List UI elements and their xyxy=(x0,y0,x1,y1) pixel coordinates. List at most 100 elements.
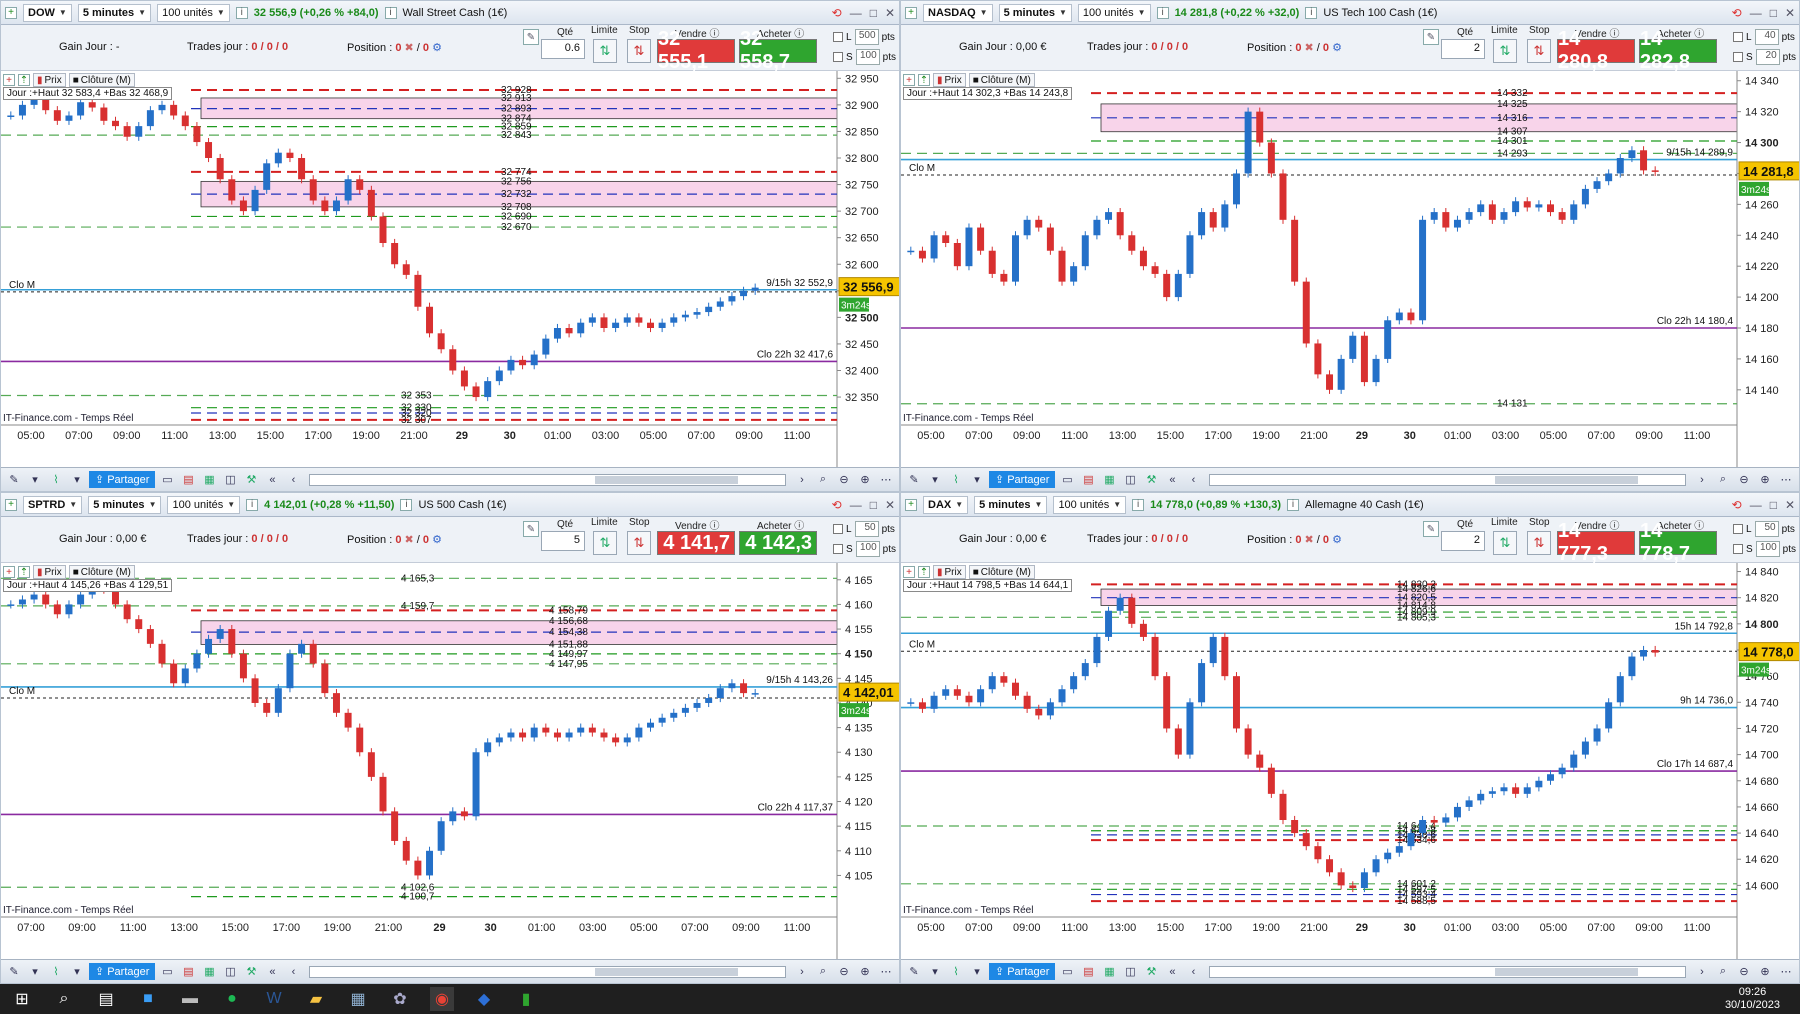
prix-toggle[interactable]: ▮ Prix xyxy=(933,73,966,87)
more-icon[interactable]: ⋯ xyxy=(877,472,895,488)
tools-icon[interactable]: ⚒ xyxy=(1142,472,1160,488)
stop-order-icon[interactable]: ⇅ xyxy=(1527,39,1551,63)
qty-input[interactable]: 2 xyxy=(1441,531,1485,551)
draw-icon[interactable]: ✎ xyxy=(5,964,23,980)
chevron-down-icon[interactable]: ▾ xyxy=(68,964,86,980)
short-checkbox[interactable] xyxy=(1733,544,1743,554)
scroll-left-icon[interactable]: ‹ xyxy=(1184,472,1202,488)
add-indicator-icon[interactable]: + xyxy=(3,74,15,86)
prorealtime-icon[interactable]: ◆ xyxy=(472,987,496,1011)
tools-icon[interactable]: ⚒ xyxy=(1142,964,1160,980)
window-icon[interactable]: ◫ xyxy=(221,472,239,488)
scroll-left-double-icon[interactable]: « xyxy=(1163,472,1181,488)
units-select[interactable]: 100 unités ▼ xyxy=(157,3,230,22)
store-icon[interactable]: ■ xyxy=(136,987,160,1011)
sell-button[interactable]: 14 280,8 xyxy=(1557,28,1635,73)
settings-icon[interactable]: ⚙ xyxy=(432,534,442,546)
zoom-fit-icon[interactable]: ⌕ xyxy=(1714,472,1732,488)
list-icon[interactable]: ▤ xyxy=(179,472,197,488)
maximize-icon[interactable]: □ xyxy=(870,6,877,20)
maximize-icon[interactable]: □ xyxy=(870,498,877,512)
window-icon[interactable]: ◫ xyxy=(1121,472,1139,488)
zoom-out-icon[interactable]: ⊖ xyxy=(835,964,853,980)
sell-button[interactable]: 4 141,7 xyxy=(657,531,735,555)
more-icon[interactable]: ⋯ xyxy=(877,964,895,980)
chevron-down-icon[interactable]: ▾ xyxy=(926,964,944,980)
info-icon[interactable]: i xyxy=(1287,498,1300,511)
search-icon[interactable]: ⌕ xyxy=(52,987,76,1011)
close-icon[interactable]: ✕ xyxy=(1785,6,1795,20)
grid-icon[interactable]: ▦ xyxy=(1100,964,1118,980)
zoom-in-icon[interactable]: ⊕ xyxy=(856,472,874,488)
short-checkbox[interactable] xyxy=(1733,52,1743,62)
screen-icon[interactable]: ▭ xyxy=(158,964,176,980)
screen-icon[interactable]: ▭ xyxy=(158,472,176,488)
stop-order-icon[interactable]: ⇅ xyxy=(1527,531,1551,555)
spotify-icon[interactable]: ● xyxy=(220,987,244,1011)
units-select[interactable]: 100 unités ▼ xyxy=(1077,3,1151,22)
symbol-select[interactable]: SPTRD ▼ xyxy=(23,495,83,514)
minimize-icon[interactable]: — xyxy=(1750,498,1762,512)
maximize-icon[interactable]: □ xyxy=(1770,498,1777,512)
stop-order-icon[interactable]: ⇅ xyxy=(627,39,651,63)
zoom-in-icon[interactable]: ⊕ xyxy=(856,964,874,980)
info-icon[interactable]: i xyxy=(1132,498,1145,511)
symbol-select[interactable]: DAX ▼ xyxy=(923,495,969,514)
close-icon[interactable]: ✕ xyxy=(885,6,895,20)
zoom-fit-icon[interactable]: ⌕ xyxy=(814,964,832,980)
price-chart[interactable]: + ⇡ ▮ Prix ■ Clôture (M) Jour :+Haut 14 30… xyxy=(901,71,1799,467)
qty-input[interactable]: 5 xyxy=(541,531,585,551)
info-icon[interactable]: i xyxy=(235,6,248,19)
explorer-icon[interactable]: ▬ xyxy=(178,987,202,1011)
close-position-icon[interactable]: ✖ xyxy=(405,42,414,54)
wrench-icon[interactable]: ✎ xyxy=(1423,29,1439,45)
limit-order-icon[interactable]: ⇅ xyxy=(1493,39,1517,63)
timeframe-select[interactable]: 5 minutes ▼ xyxy=(998,3,1072,22)
chevron-down-icon[interactable]: ▾ xyxy=(968,472,986,488)
prix-toggle[interactable]: ▮ Prix xyxy=(933,565,966,579)
chevron-down-icon[interactable]: ▾ xyxy=(68,472,86,488)
prix-toggle[interactable]: ▮ Prix xyxy=(33,73,66,87)
info-icon[interactable]: i xyxy=(246,498,259,511)
info-icon[interactable]: i xyxy=(1305,6,1318,19)
price-chart[interactable]: + ⇡ ▮ Prix ■ Clôture (M) Jour :+Haut 14 79… xyxy=(901,563,1799,959)
calculator-icon[interactable]: ▦ xyxy=(346,987,370,1011)
scroll-left-double-icon[interactable]: « xyxy=(1163,964,1181,980)
task-view-icon[interactable]: ▤ xyxy=(94,987,118,1011)
timeframe-select[interactable]: 5 minutes ▼ xyxy=(974,495,1048,514)
more-icon[interactable]: ⋯ xyxy=(1777,472,1795,488)
share-button[interactable]: ⇪ Partager xyxy=(989,471,1056,488)
horizontal-scrollbar[interactable] xyxy=(1209,473,1686,486)
window-icon[interactable]: ◫ xyxy=(1121,964,1139,980)
chevron-down-icon[interactable]: ▾ xyxy=(26,964,44,980)
chart-type-icon[interactable]: ⌇ xyxy=(947,472,965,488)
indicator-icon[interactable]: ⇡ xyxy=(918,74,930,86)
windows-start-icon[interactable]: ⊞ xyxy=(10,987,34,1011)
system-clock[interactable]: 09:26 30/10/2023 xyxy=(1725,986,1780,1012)
word-icon[interactable]: W xyxy=(262,987,286,1011)
grid-icon[interactable]: ▦ xyxy=(1100,472,1118,488)
scroll-right-icon[interactable]: › xyxy=(793,472,811,488)
short-points-input[interactable]: 100 xyxy=(1755,541,1780,557)
indicator-icon[interactable]: ⇡ xyxy=(18,566,30,578)
draw-icon[interactable]: ✎ xyxy=(905,472,923,488)
horizontal-scrollbar[interactable] xyxy=(1209,965,1686,978)
folder-icon[interactable]: ▰ xyxy=(304,987,328,1011)
wrench-icon[interactable]: ✎ xyxy=(1423,521,1439,537)
info-icon[interactable]: i xyxy=(384,6,397,19)
draw-icon[interactable]: ✎ xyxy=(5,472,23,488)
scroll-left-double-icon[interactable]: « xyxy=(263,964,281,980)
close-icon[interactable]: ✕ xyxy=(1785,498,1795,512)
add-indicator-icon[interactable]: + xyxy=(903,74,915,86)
draw-icon[interactable]: ✎ xyxy=(905,964,923,980)
minimize-icon[interactable]: — xyxy=(850,498,862,512)
price-chart[interactable]: + ⇡ ▮ Prix ■ Clôture (M) Jour :+Haut 32 58… xyxy=(1,71,899,467)
symbol-select[interactable]: NASDAQ ▼ xyxy=(923,3,993,22)
indicator-icon[interactable]: ⇡ xyxy=(918,566,930,578)
grid-icon[interactable]: ▦ xyxy=(200,472,218,488)
wrench-icon[interactable]: ✎ xyxy=(523,29,539,45)
buy-button[interactable]: 14 282,8 xyxy=(1639,28,1717,73)
buy-button[interactable]: 4 142,3 xyxy=(739,531,817,555)
add-icon[interactable]: + xyxy=(5,498,17,511)
zoom-out-icon[interactable]: ⊖ xyxy=(835,472,853,488)
